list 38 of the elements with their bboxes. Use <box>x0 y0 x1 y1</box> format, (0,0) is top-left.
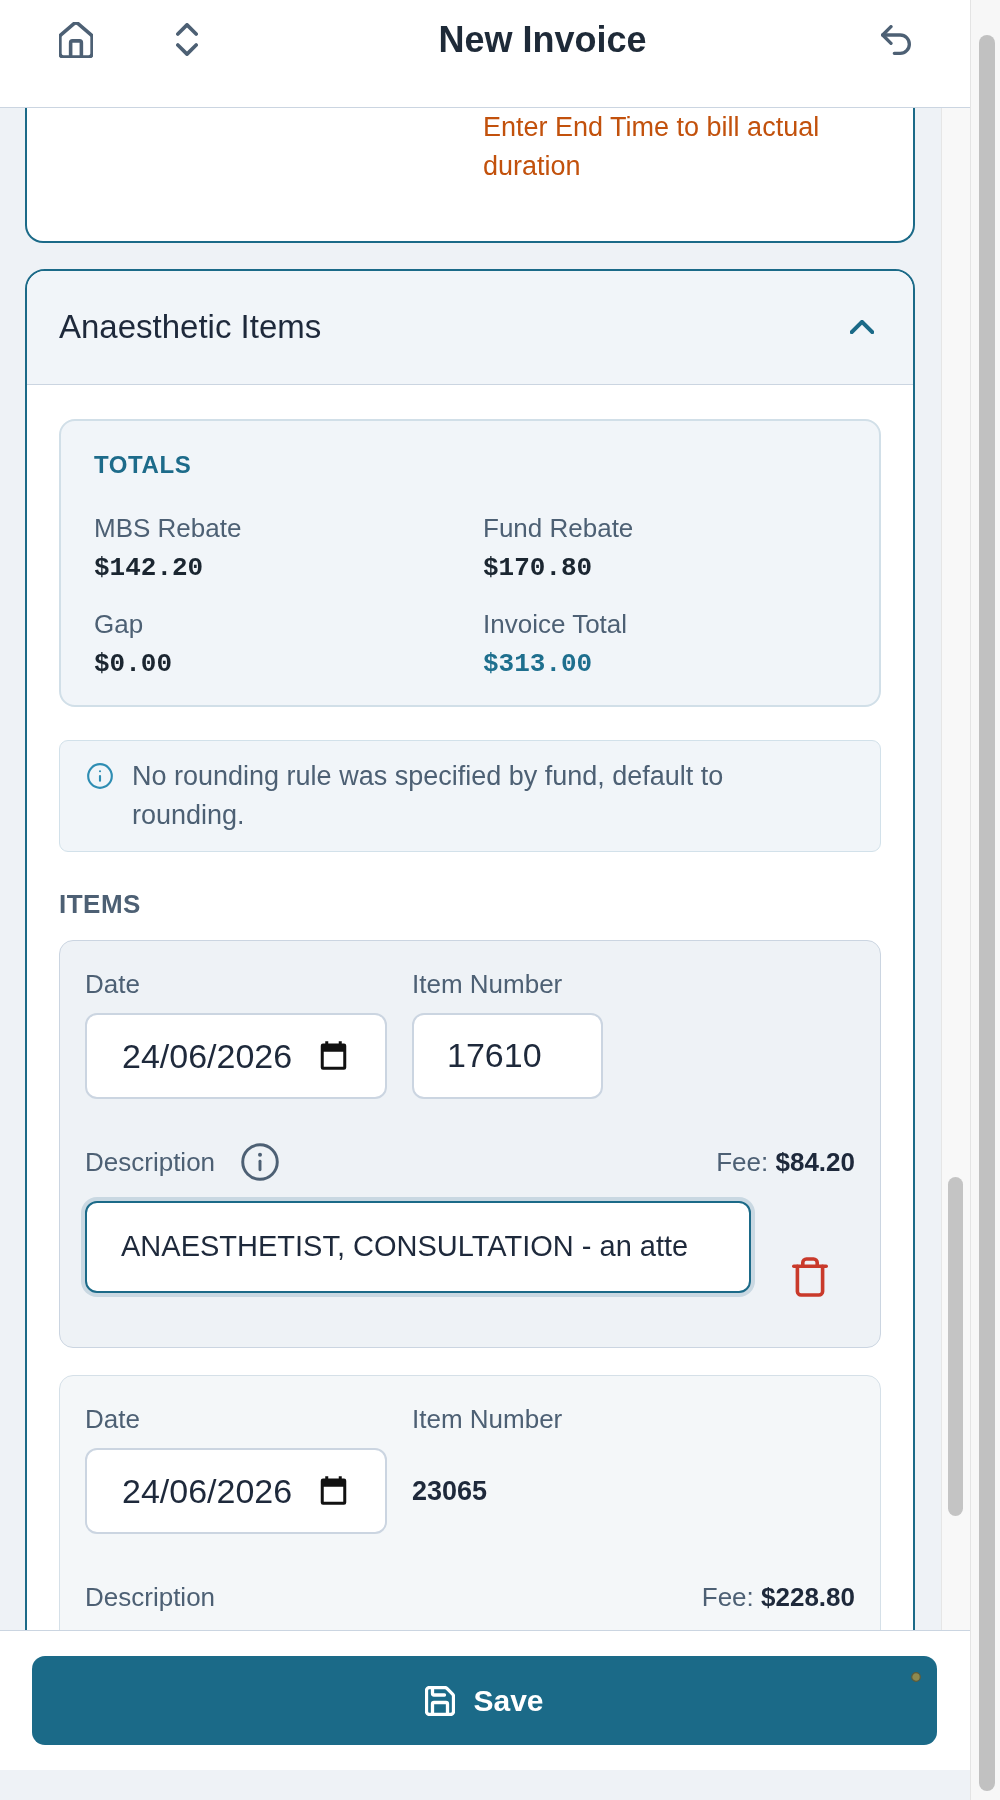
total-value: $313.00 <box>483 647 594 681</box>
trash-icon[interactable] <box>792 1256 828 1297</box>
section-header[interactable]: Anaesthetic Items <box>27 271 913 385</box>
status-dot-icon <box>911 1672 921 1682</box>
calendar-icon[interactable] <box>320 1476 347 1505</box>
date-field[interactable]: 24/06/2026 <box>85 1012 387 1099</box>
home-icon[interactable] <box>59 21 93 58</box>
save-button[interactable]: Save <box>32 1656 937 1745</box>
total-value: $142.20 <box>94 551 205 585</box>
info-text: No rounding rule was specified by fund, default to rounding. <box>132 759 725 832</box>
total-label: Invoice Total <box>483 607 629 641</box>
fee-text: Fee: $84.20 <box>716 1145 855 1179</box>
scrollbar-thumb[interactable] <box>979 35 995 1791</box>
item-number-text: 23065 <box>412 1474 488 1508</box>
info-icon[interactable] <box>241 1142 280 1181</box>
total-label: Gap <box>94 607 145 641</box>
undo-arrow-icon[interactable] <box>881 24 911 55</box>
date-field[interactable]: 24/06/2026 <box>85 1447 387 1534</box>
total-label: MBS Rebate <box>94 511 243 545</box>
total-value: $170.80 <box>483 551 594 585</box>
info-icon <box>87 763 113 789</box>
scrollbar-thumb[interactable] <box>948 1177 963 1516</box>
items-heading: ITEMS <box>59 888 142 919</box>
up-down-chevron-icon[interactable] <box>176 23 198 56</box>
warning-text: Enter End Time to bill actual duration <box>483 111 821 183</box>
field-label: Item Number <box>412 1402 564 1436</box>
fee-text: Fee: $228.80 <box>701 1580 855 1614</box>
item-number-field[interactable]: 17610 <box>412 1012 603 1099</box>
total-value: $0.00 <box>94 647 173 681</box>
field-label: Date <box>85 1402 141 1436</box>
field-label: Description <box>85 1145 216 1179</box>
calendar-icon[interactable] <box>320 1041 347 1070</box>
page-title: New Invoice <box>437 19 648 60</box>
field-label: Date <box>85 967 141 1001</box>
total-label: Fund Rebate <box>483 511 635 545</box>
totals-heading: TOTALS <box>94 449 193 480</box>
field-label: Item Number <box>412 967 564 1001</box>
field-label: Description <box>85 1580 216 1614</box>
